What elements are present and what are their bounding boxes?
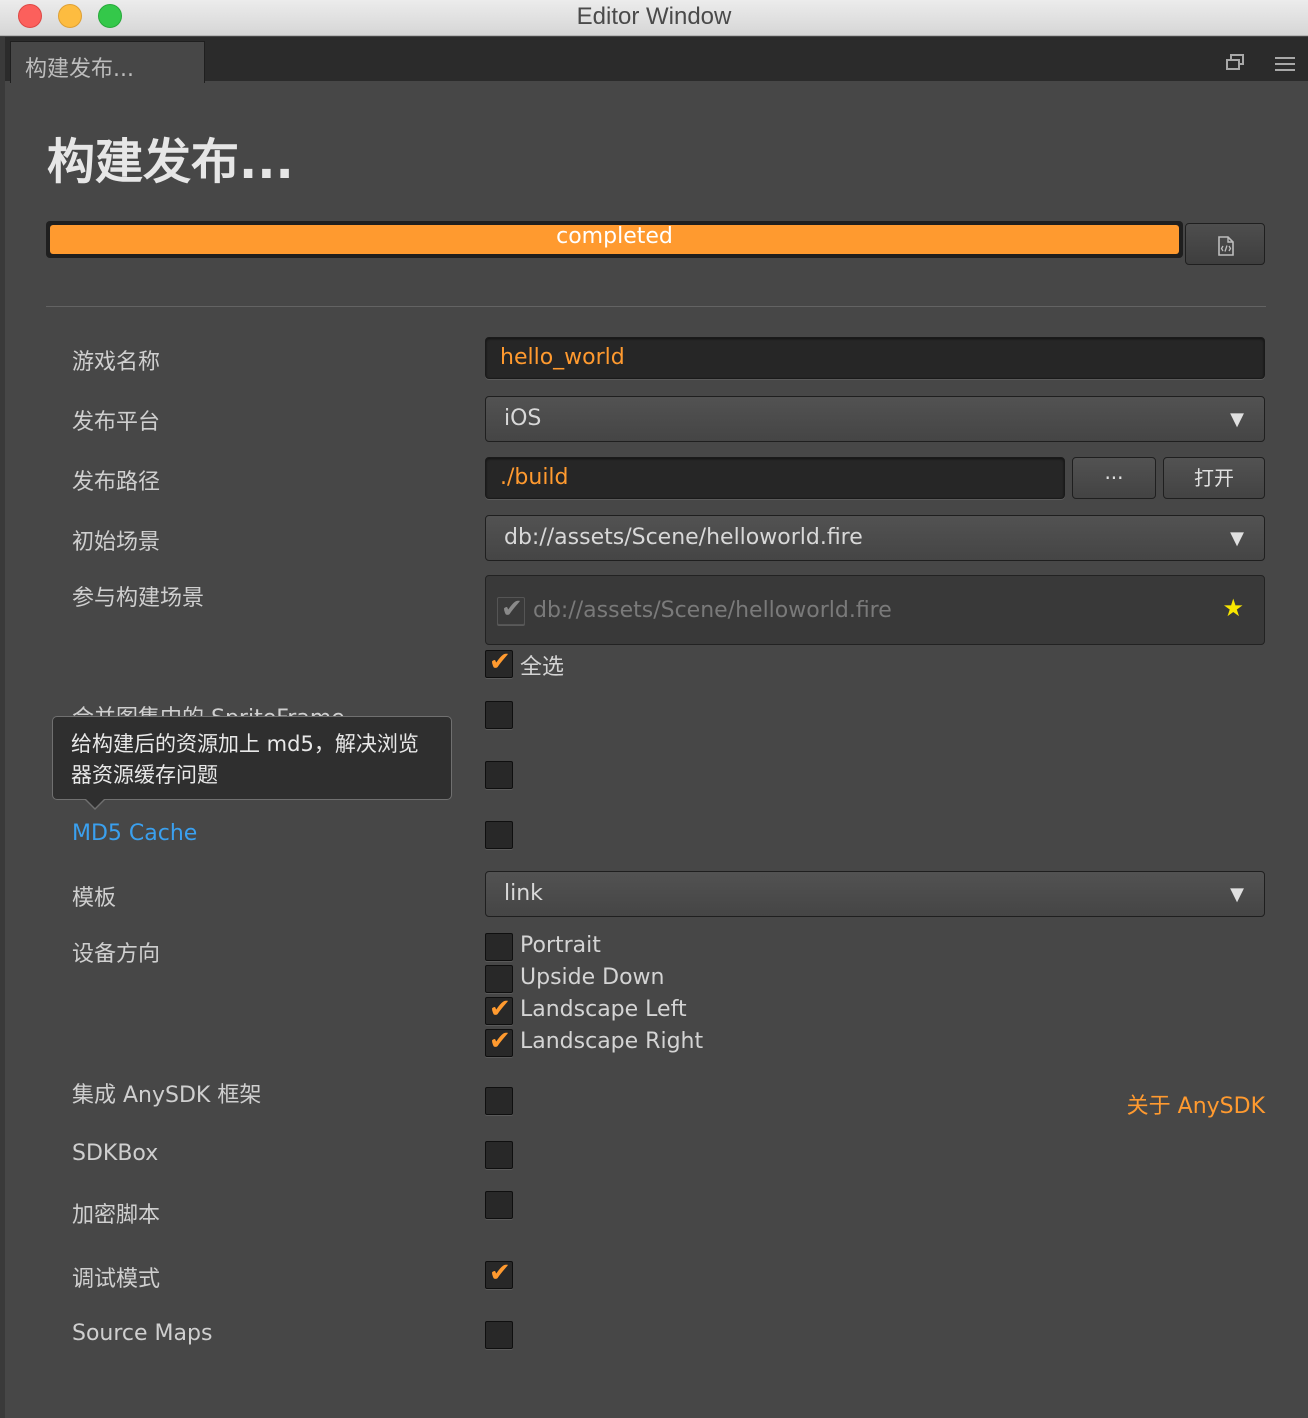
platform-value: iOS bbox=[504, 406, 542, 431]
build-path-value: ./build bbox=[500, 465, 569, 490]
browse-button[interactable]: ··· bbox=[1072, 457, 1156, 499]
open-log-button[interactable] bbox=[1185, 223, 1265, 265]
source-maps-checkbox[interactable] bbox=[485, 1321, 513, 1349]
start-scene-label: 初始场景 bbox=[72, 530, 161, 555]
landscape-left-label: Landscape Left bbox=[520, 997, 687, 1022]
debug-mode-label: 调试模式 bbox=[72, 1267, 161, 1292]
divider bbox=[46, 306, 1266, 307]
start-scene-value: db://assets/Scene/helloworld.fire bbox=[504, 525, 863, 550]
template-label: 模板 bbox=[72, 886, 117, 911]
scene-checkbox: ✔ bbox=[497, 594, 525, 625]
template-select[interactable]: link ▼ bbox=[485, 871, 1265, 917]
select-all-label: 全选 bbox=[520, 655, 565, 680]
platform-select[interactable]: iOS ▼ bbox=[485, 396, 1265, 442]
star-icon: ★ bbox=[1222, 594, 1244, 622]
sdkbox-checkbox[interactable] bbox=[485, 1141, 513, 1169]
tooltip-arrow-fill bbox=[85, 798, 105, 808]
checkmark-icon: ✔ bbox=[489, 647, 511, 677]
build-progress-bar: completed bbox=[46, 221, 1183, 258]
popout-icon[interactable] bbox=[1226, 54, 1244, 70]
encrypt-script-label: 加密脚本 bbox=[72, 1203, 161, 1228]
checkmark-icon: ✔ bbox=[489, 994, 511, 1024]
checkmark-icon: ✔ bbox=[489, 1026, 511, 1056]
md5-cache-label[interactable]: MD5 Cache bbox=[72, 821, 197, 846]
game-name-label: 游戏名称 bbox=[72, 350, 161, 375]
anysdk-checkbox[interactable] bbox=[485, 1087, 513, 1115]
included-scenes-label: 参与构建场景 bbox=[72, 586, 205, 611]
merge-spriteframe-checkbox[interactable] bbox=[485, 701, 513, 729]
encrypt-script-checkbox[interactable] bbox=[485, 1191, 513, 1219]
tab-strip: 构建发布... bbox=[0, 37, 1308, 83]
anysdk-label: 集成 AnySDK 框架 bbox=[72, 1083, 262, 1108]
chevron-down-icon: ▼ bbox=[1230, 884, 1244, 905]
tab-label: 构建发布... bbox=[25, 57, 134, 82]
landscape-left-checkbox[interactable]: ✔ bbox=[485, 994, 513, 1025]
game-name-input[interactable]: hello_world bbox=[485, 337, 1265, 379]
panel-left-edge bbox=[0, 81, 5, 1418]
orientation-label: 设备方向 bbox=[72, 942, 161, 967]
portrait-label: Portrait bbox=[520, 933, 601, 958]
start-scene-select[interactable]: db://assets/Scene/helloworld.fire ▼ bbox=[485, 515, 1265, 561]
merge-spriteframe-label: 合并图集中的 SpriteFrame bbox=[72, 700, 345, 716]
upside-down-checkbox[interactable] bbox=[485, 965, 513, 993]
window-title: Editor Window bbox=[576, 3, 732, 30]
template-value: link bbox=[504, 881, 543, 906]
log-file-icon bbox=[1218, 236, 1234, 256]
portrait-checkbox[interactable] bbox=[485, 933, 513, 961]
open-folder-button[interactable]: 打开 bbox=[1163, 457, 1265, 499]
page-title: 构建发布... bbox=[47, 134, 294, 190]
chevron-down-icon: ▼ bbox=[1230, 409, 1244, 430]
tab-build[interactable]: 构建发布... bbox=[10, 41, 205, 83]
platform-label: 发布平台 bbox=[72, 410, 161, 435]
debug-mode-checkbox[interactable]: ✔ bbox=[485, 1258, 513, 1289]
md5-cache-checkbox[interactable] bbox=[485, 821, 513, 849]
landscape-right-label: Landscape Right bbox=[520, 1029, 704, 1054]
sdkbox-label: SDKBox bbox=[72, 1141, 159, 1166]
scene-list: ✔ db://assets/Scene/helloworld.fire ★ bbox=[485, 575, 1265, 645]
upside-down-label: Upside Down bbox=[520, 965, 665, 990]
checkmark-icon: ✔ bbox=[489, 1258, 511, 1288]
chevron-down-icon: ▼ bbox=[1230, 528, 1244, 549]
progress-text: completed bbox=[556, 224, 673, 249]
landscape-right-checkbox[interactable]: ✔ bbox=[485, 1026, 513, 1057]
build-path-input[interactable]: ./build bbox=[485, 457, 1065, 499]
game-name-value: hello_world bbox=[500, 345, 625, 370]
checkmark-icon: ✔ bbox=[501, 594, 523, 624]
md5-tooltip: 给构建后的资源加上 md5，解决浏览器资源缓存问题 bbox=[52, 716, 452, 800]
menu-icon[interactable] bbox=[1275, 57, 1295, 75]
source-maps-label: Source Maps bbox=[72, 1321, 213, 1346]
window-titlebar: Editor Window bbox=[0, 0, 1308, 36]
select-all-checkbox[interactable]: ✔ bbox=[485, 647, 513, 678]
option-checkbox[interactable] bbox=[485, 761, 513, 789]
build-path-label: 发布路径 bbox=[72, 470, 161, 495]
about-anysdk-link[interactable]: 关于 AnySDK bbox=[1127, 1088, 1265, 1120]
scene-item-label: db://assets/Scene/helloworld.fire bbox=[533, 598, 892, 623]
